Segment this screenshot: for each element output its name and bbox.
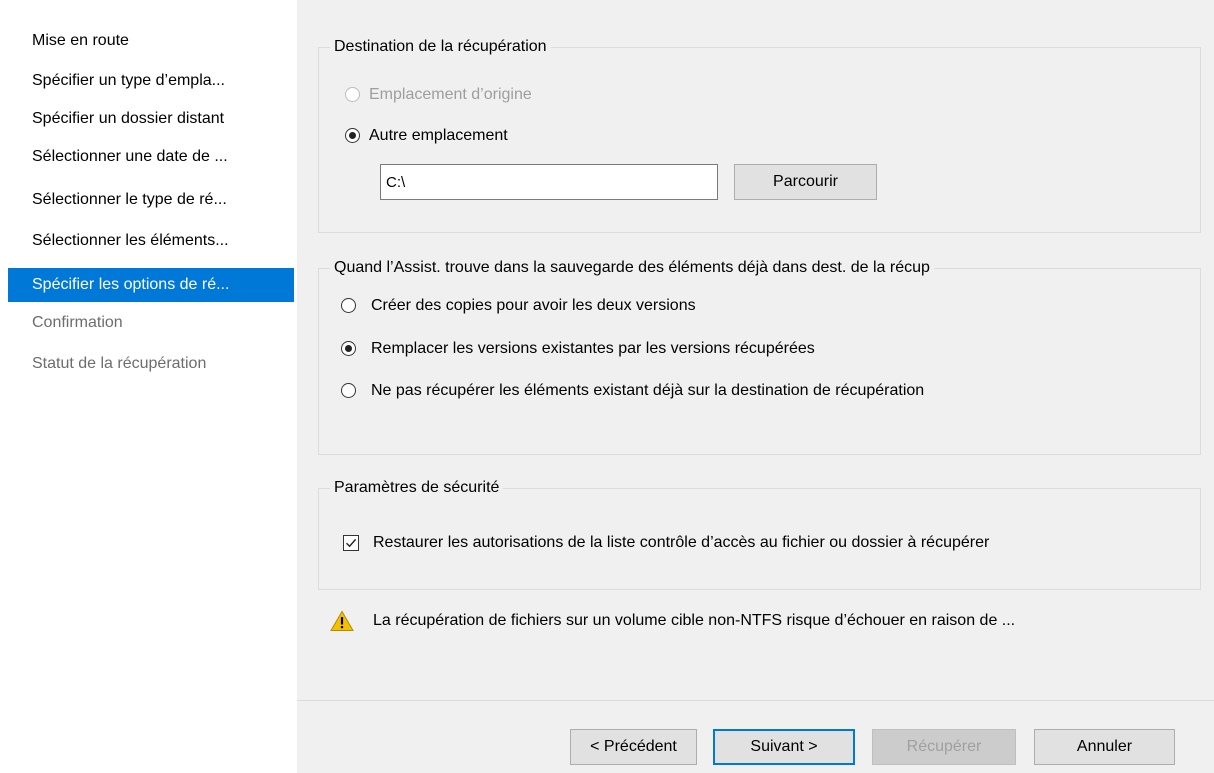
skip-existing-radio[interactable] — [341, 383, 356, 398]
browse-button[interactable]: Parcourir — [734, 164, 877, 200]
other-location-label[interactable]: Autre emplacement — [369, 124, 508, 148]
next-button[interactable]: Suivant > — [713, 729, 855, 765]
create-copies-label[interactable]: Créer des copies pour avoir les deux ver… — [371, 294, 696, 318]
warning-text: La récupération de fichiers sur un volum… — [373, 612, 1016, 629]
original-location-radio — [345, 87, 360, 102]
step-select-items[interactable]: Sélectionner les éléments... — [8, 224, 294, 258]
restore-acl-label[interactable]: Restaurer les autorisations de la liste … — [373, 531, 989, 555]
previous-button[interactable]: < Précédent — [570, 729, 697, 765]
warning-icon — [330, 610, 354, 631]
create-copies-radio[interactable] — [341, 298, 356, 313]
step-select-date[interactable]: Sélectionner une date de ... — [8, 140, 294, 174]
step-recovery-status: Statut de la récupération — [32, 355, 207, 372]
recover-button: Récupérer — [872, 729, 1016, 765]
restore-acl-checkbox[interactable] — [343, 535, 359, 551]
step-recovery-options[interactable]: Spécifier les options de ré... — [8, 268, 294, 302]
security-group-title: Paramètres de sécurité — [330, 477, 504, 499]
other-location-radio[interactable] — [345, 128, 360, 143]
step-confirmation: Confirmation — [32, 314, 123, 331]
wizard-steps-sidebar: Mise en route Spécifier un type d’empla.… — [0, 0, 297, 773]
step-recovery-type[interactable]: Sélectionner le type de ré... — [8, 183, 294, 217]
checkmark-icon — [346, 538, 357, 548]
replace-versions-radio[interactable] — [341, 341, 356, 356]
replace-versions-label[interactable]: Remplacer les versions existantes par le… — [371, 337, 815, 361]
step-remote-folder[interactable]: Spécifier un dossier distant — [8, 102, 294, 136]
step-location-type[interactable]: Spécifier un type d’empla... — [8, 64, 294, 98]
cancel-button[interactable]: Annuler — [1034, 729, 1175, 765]
destination-group-title: Destination de la récupération — [330, 36, 551, 58]
destination-path-input[interactable] — [380, 164, 718, 200]
conflict-group-title: Quand l’Assist. trouve dans la sauvegard… — [330, 257, 934, 279]
step-getting-started[interactable]: Mise en route — [8, 24, 294, 58]
original-location-label: Emplacement d’origine — [369, 86, 532, 103]
skip-existing-label[interactable]: Ne pas récupérer les éléments existant d… — [371, 379, 924, 403]
